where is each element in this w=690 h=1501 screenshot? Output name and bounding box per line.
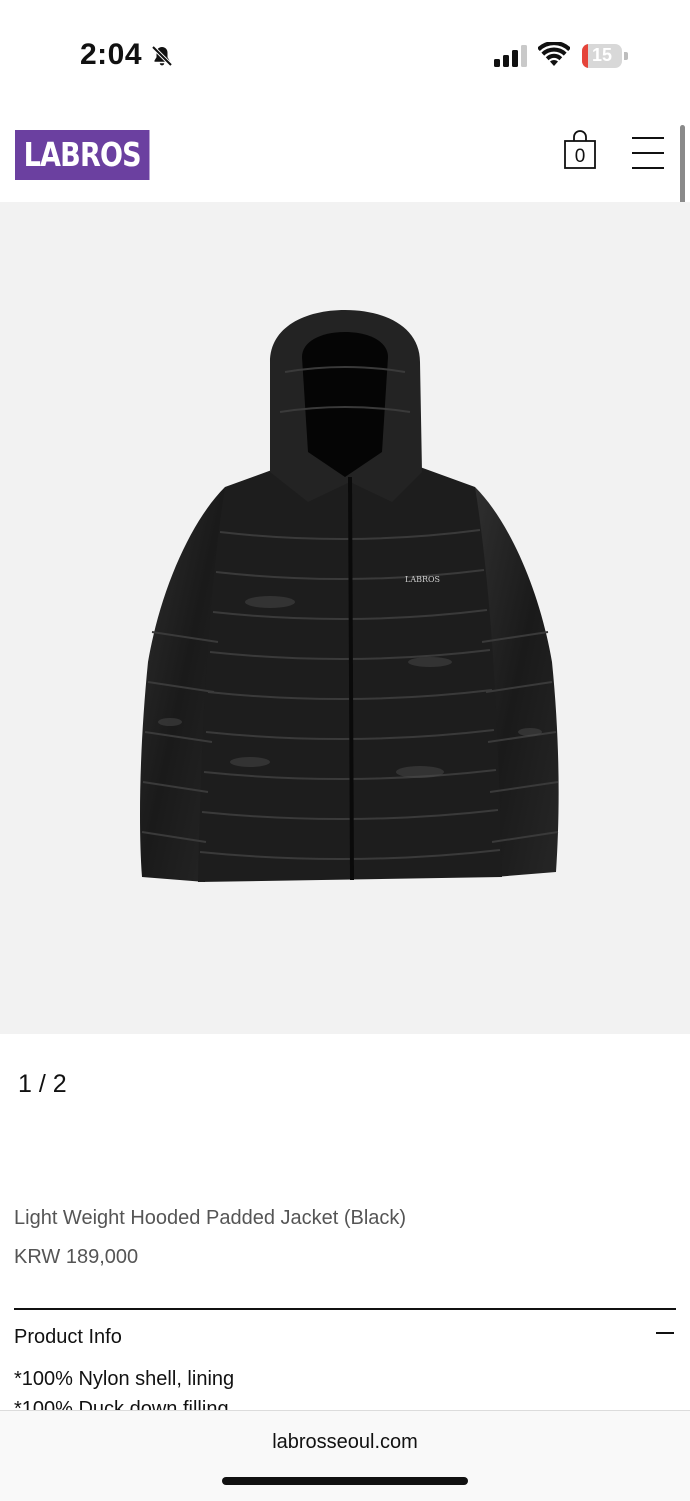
- signal-icon: [494, 45, 527, 67]
- labros-logo[interactable]: LABROS: [15, 130, 150, 180]
- collapse-icon[interactable]: [656, 1332, 674, 1334]
- product-info-line: *100% Nylon shell, lining: [14, 1368, 235, 1390]
- product-image: LABROS: [140, 310, 559, 882]
- product-info-line: *100% Duck down filling: [14, 1398, 229, 1410]
- url-text[interactable]: labrosseoul.com: [0, 1431, 690, 1454]
- product-info-toggle[interactable]: Product Info: [14, 1326, 122, 1349]
- status-bar: 2:04 15: [0, 0, 690, 110]
- product-name: Light Weight Hooded Padded Jacket (Black…: [14, 1207, 407, 1229]
- status-time: 2:04: [80, 38, 143, 71]
- jacket-logo-text: LABROS: [405, 575, 440, 584]
- browser-address-bar[interactable]: labrosseoul.com: [0, 1410, 690, 1501]
- product-image-gallery[interactable]: LABROS: [0, 202, 690, 1034]
- bell-slash-icon: [151, 45, 173, 67]
- battery-icon: 15: [582, 44, 628, 68]
- product-info-content: *100% Nylon shell, lining *100% Duck dow…: [0, 1360, 690, 1410]
- gallery-pager: 1 / 2: [18, 1070, 67, 1098]
- site-header: LABROS 0: [0, 110, 690, 202]
- hamburger-menu-icon[interactable]: [632, 137, 664, 171]
- cart-count: 0: [574, 146, 586, 167]
- battery-level: 15: [591, 45, 613, 65]
- product-price: KRW 189,000: [14, 1246, 139, 1268]
- wifi-icon: [538, 42, 570, 66]
- divider: [14, 1308, 676, 1310]
- home-indicator[interactable]: [222, 1477, 468, 1485]
